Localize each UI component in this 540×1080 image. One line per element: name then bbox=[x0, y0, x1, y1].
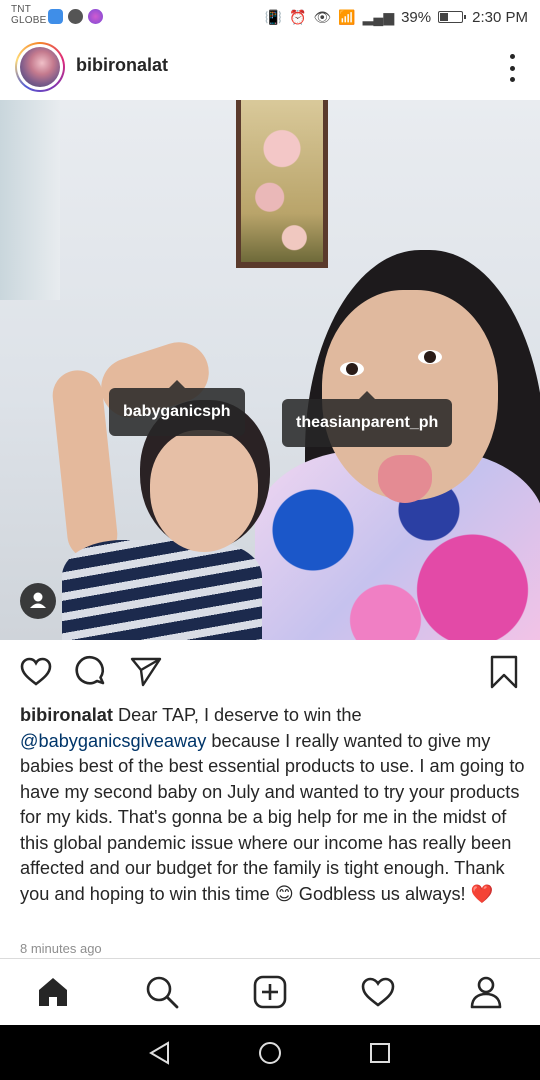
back-icon[interactable] bbox=[147, 1040, 173, 1066]
heart-emoji: ❤️ bbox=[470, 883, 494, 904]
system-nav-bar bbox=[0, 1025, 540, 1080]
photo-tag[interactable]: babyganicsph bbox=[109, 380, 245, 436]
smile-emoji: 😊 bbox=[274, 883, 294, 904]
status-icons: 📳 ⏰ 👁 📶 ▂▄▆ 39% 2:30 PM bbox=[265, 7, 528, 27]
post-caption: bibironalat Dear TAP, I deserve to win t… bbox=[20, 703, 525, 907]
profile-icon[interactable] bbox=[467, 973, 505, 1011]
add-post-icon[interactable] bbox=[251, 973, 289, 1011]
caption-mention[interactable]: @babyganicsgiveaway bbox=[20, 731, 206, 751]
caption-text: Dear TAP, I deserve to win the bbox=[112, 705, 362, 725]
eye-comfort-icon: 👁 bbox=[313, 8, 332, 25]
clock: 2:30 PM bbox=[472, 8, 528, 26]
battery-percent: 39% bbox=[401, 8, 432, 26]
home-circle-icon[interactable] bbox=[257, 1040, 283, 1066]
photo-tag[interactable]: theasianparent_ph bbox=[282, 391, 453, 447]
carrier-name: TNT GLOBE bbox=[11, 4, 47, 26]
search-icon[interactable] bbox=[143, 973, 181, 1011]
status-bar: TNT GLOBE 📳 ⏰ 👁 📶 ▂▄▆ 39% 2:30 PM bbox=[0, 0, 540, 34]
notification-app-icon bbox=[48, 9, 63, 24]
vibrate-icon: 📳 bbox=[264, 8, 282, 25]
more-options-icon[interactable] bbox=[508, 54, 516, 82]
signal-icon: ▂▄▆ bbox=[362, 8, 395, 25]
messenger-icon bbox=[68, 9, 83, 24]
heart-icon[interactable] bbox=[18, 654, 54, 690]
home-icon[interactable] bbox=[34, 973, 72, 1011]
tagged-users-button[interactable] bbox=[20, 583, 56, 619]
bottom-nav bbox=[0, 958, 540, 1025]
wifi-icon: 📶 bbox=[338, 8, 356, 25]
post-actions bbox=[0, 640, 540, 704]
post-photo[interactable]: babyganicsph theasianparent_ph bbox=[0, 100, 540, 640]
bookmark-icon[interactable] bbox=[486, 654, 522, 690]
person-icon bbox=[30, 592, 46, 608]
post-timestamp: 8 minutes ago bbox=[20, 941, 102, 956]
activity-icon[interactable] bbox=[359, 973, 397, 1011]
alarm-icon: ⏰ bbox=[288, 8, 307, 25]
caption-text: Godbless us always! bbox=[293, 883, 471, 904]
comment-icon[interactable] bbox=[73, 654, 109, 690]
post-header: bibironalat bbox=[0, 34, 540, 100]
app-badge-icon bbox=[88, 9, 103, 24]
avatar-image bbox=[20, 47, 60, 87]
battery-icon bbox=[438, 11, 467, 23]
post-username[interactable]: bibironalat bbox=[76, 55, 168, 76]
recents-icon[interactable] bbox=[367, 1040, 393, 1066]
caption-username[interactable]: bibironalat bbox=[20, 705, 113, 725]
caption-text: because I really wanted to give my babie… bbox=[20, 730, 525, 904]
wall-painting bbox=[236, 100, 328, 268]
avatar[interactable] bbox=[15, 42, 65, 92]
share-icon[interactable] bbox=[128, 654, 164, 690]
